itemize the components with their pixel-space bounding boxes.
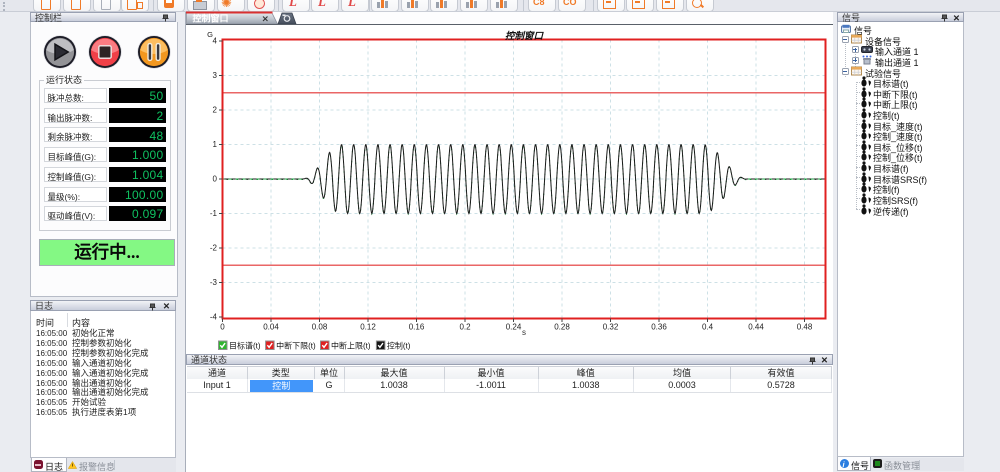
svg-text:0: 0 [213,175,218,184]
svg-text:2: 2 [213,106,218,115]
svg-text:-4: -4 [210,313,218,322]
svg-text:中断下限(t): 中断下限(t) [276,341,316,351]
svg-text:-3: -3 [210,278,218,287]
svg-text:0.12: 0.12 [360,323,376,332]
svg-text:1: 1 [213,140,218,149]
svg-text:G: G [207,30,213,39]
svg-text:中断上限(t): 中断上限(t) [331,341,371,351]
svg-text:0: 0 [220,323,225,332]
svg-text:0.36: 0.36 [651,323,667,332]
svg-text:0.08: 0.08 [312,323,328,332]
svg-text:0.32: 0.32 [603,323,619,332]
svg-text:控制窗口: 控制窗口 [193,13,229,24]
svg-text:0.28: 0.28 [554,323,570,332]
svg-text:0.2: 0.2 [459,323,471,332]
svg-text:0.4: 0.4 [702,323,714,332]
svg-text:0.24: 0.24 [506,323,522,332]
svg-text:3: 3 [213,71,218,80]
svg-text:控制(t): 控制(t) [387,341,411,351]
svg-text:控制窗口: 控制窗口 [505,30,545,42]
svg-text:0.16: 0.16 [409,323,425,332]
svg-text:0.48: 0.48 [797,323,813,332]
svg-text:s: s [522,328,526,337]
svg-text:0.04: 0.04 [263,323,279,332]
svg-text:-2: -2 [210,244,218,253]
svg-text:4: 4 [213,37,218,46]
svg-text:0.44: 0.44 [748,323,764,332]
svg-text:-1: -1 [210,209,218,218]
svg-text:目标谱(t): 目标谱(t) [229,341,261,351]
